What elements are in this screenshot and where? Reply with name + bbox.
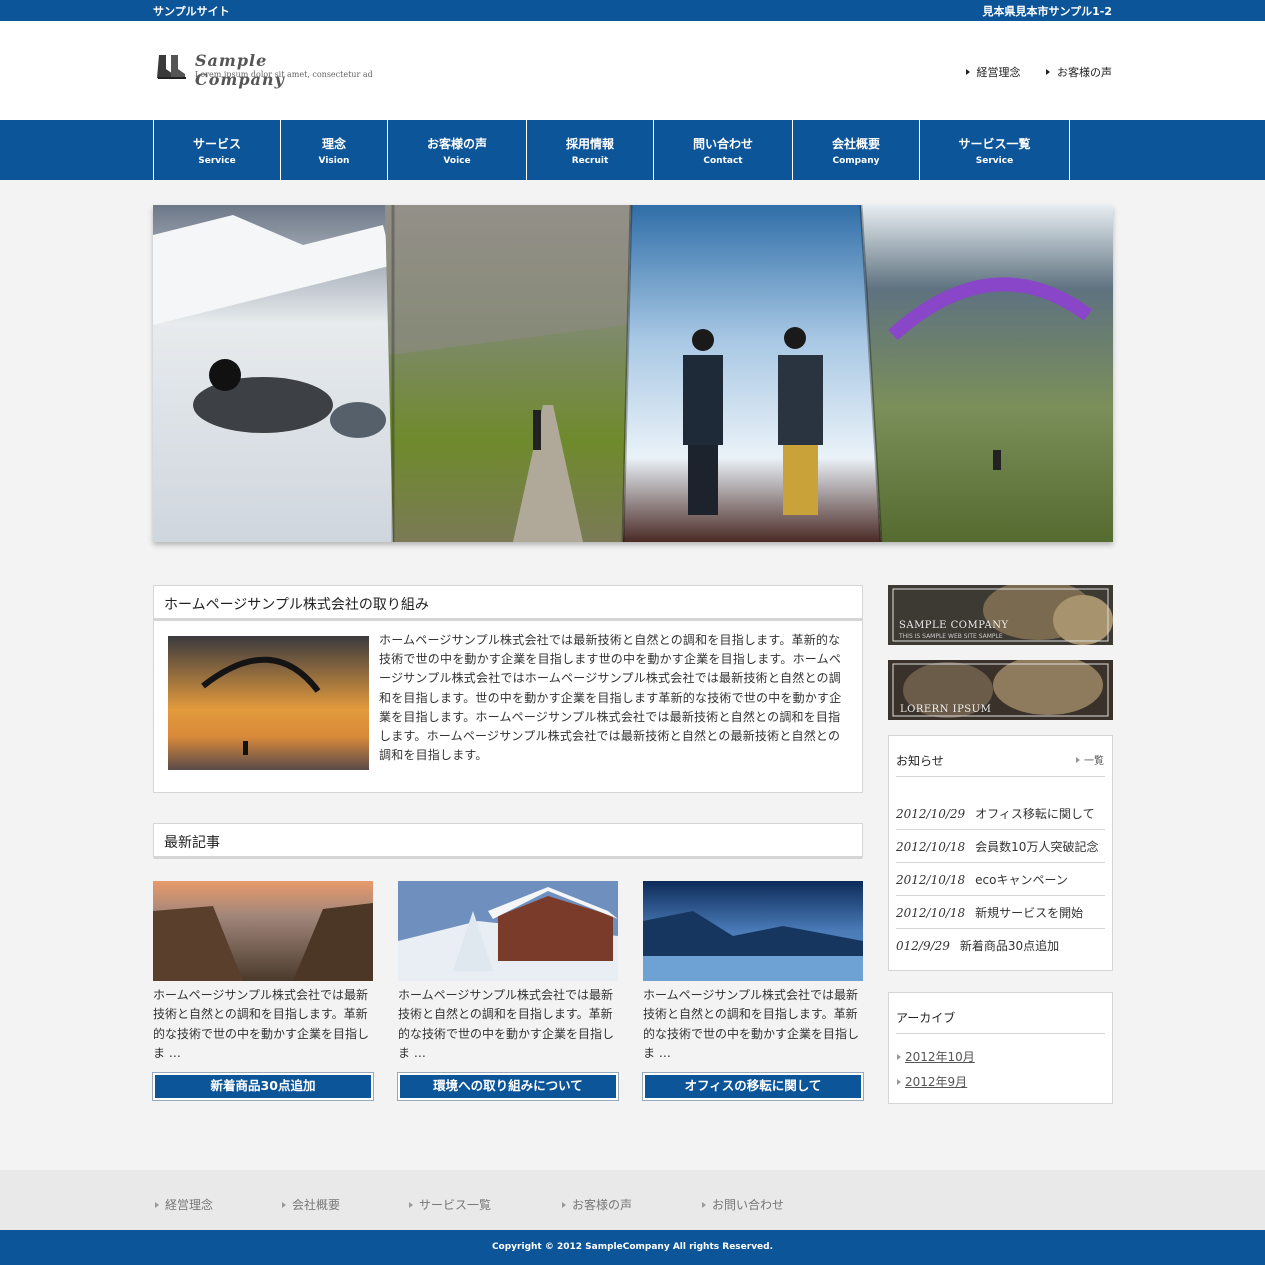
arrow-right-icon — [409, 1202, 413, 1208]
divider — [896, 862, 1105, 863]
nav-item-contact[interactable]: 問い合わせ Contact — [653, 120, 792, 180]
news-item[interactable]: 2012/10/29 オフィス移転に関して — [896, 805, 1095, 822]
archive-item[interactable]: 2012年10月 — [897, 1048, 975, 1065]
news-box: お知らせ 一覧 2012/10/29 オフィス移転に関して 2012/10/18 会… — [888, 735, 1113, 971]
hero-collage — [153, 205, 1113, 542]
arrow-right-icon — [702, 1202, 706, 1208]
logo-tagline: Lorem ipsum dolor sit amet, consectetur … — [195, 70, 373, 79]
article-button-2[interactable]: 環境への取り組みについて — [397, 1072, 619, 1101]
archive-title: アーカイブ — [896, 1011, 956, 1025]
nav-item-company[interactable]: 会社概要 Company — [792, 120, 919, 180]
nav-item-recruit[interactable]: 採用情報 Recruit — [526, 120, 653, 180]
news-item[interactable]: 2012/10/18 会員数10万人突破記念 — [896, 838, 1098, 855]
intro-text: ホームページサンプル株式会社では最新技術と自然との調和を目指します。革新的な技術… — [379, 633, 842, 763]
arrow-right-icon — [155, 1202, 159, 1208]
divider — [896, 776, 1105, 777]
footer-link-service-list[interactable]: サービス一覧 — [409, 1196, 491, 1213]
article-image-snow-house[interactable] — [398, 881, 618, 981]
arrow-right-icon — [1046, 69, 1050, 75]
divider — [896, 829, 1105, 830]
boots-logo-icon — [157, 55, 186, 79]
hero-image — [153, 205, 1113, 542]
banner2-title: LORERN IPSUM — [900, 704, 992, 715]
divider — [896, 1033, 1105, 1034]
nav-item-service-list[interactable]: サービス一覧 Service — [919, 120, 1069, 180]
main-nav: サービス Service 理念 Vision お客様の声 Voice 採用情報 Recr… — [0, 120, 1265, 180]
nav-divider — [1069, 120, 1070, 180]
intro-image — [168, 636, 369, 770]
arrow-right-icon — [1076, 757, 1080, 763]
footer-nav: 経営理念 会社概要 サービス一覧 お客様の声 お問い合わせ — [0, 1170, 1265, 1230]
archive-box: アーカイブ 2012年10月 2012年9月 — [888, 992, 1113, 1104]
footer-link-contact[interactable]: お問い合わせ — [702, 1196, 784, 1213]
top-bar: サンプルサイト 見本県見本市サンプル1-2 — [0, 0, 1265, 21]
banner-sample-company[interactable]: SAMPLE COMPANY THIS IS SAMPLE WEB SITE S… — [888, 585, 1113, 645]
footer-link-voice[interactable]: お客様の声 — [562, 1196, 632, 1213]
news-more-link[interactable]: 一覧 — [1076, 752, 1104, 767]
arrow-right-icon — [897, 1079, 901, 1085]
intro-box: ホームページサンプル株式会社の取り組み ホームページサンプル株式会社では最新技術… — [153, 585, 863, 793]
nav-item-service[interactable]: サービス Service — [153, 120, 280, 180]
header-link-voice[interactable]: お客様の声 — [1046, 66, 1112, 79]
article-image-lake[interactable] — [643, 881, 863, 981]
latest-header: 最新記事 — [153, 823, 863, 859]
article-text-3: ホームページサンプル株式会社では最新技術と自然との調和を目指します。革新的な技術… — [643, 988, 860, 1060]
news-item[interactable]: 012/9/29 新着商品30点追加 — [896, 937, 1059, 954]
footer-link-philosophy[interactable]: 経営理念 — [155, 1196, 213, 1213]
news-title: お知らせ — [896, 754, 944, 768]
divider — [896, 895, 1105, 896]
banner-lorern-ipsum[interactable]: LORERN IPSUM — [888, 660, 1113, 720]
logo[interactable]: Sample Company Lorem ipsum dolor sit ame… — [155, 51, 373, 89]
intro-title: ホームページサンプル株式会社の取り組み — [154, 586, 862, 621]
arrow-right-icon — [897, 1054, 901, 1060]
footer-link-company[interactable]: 会社概要 — [282, 1196, 340, 1213]
address: 見本県見本市サンプル1-2 — [982, 5, 1112, 18]
header-link-philosophy[interactable]: 経営理念 — [965, 66, 1021, 79]
banner1-title: SAMPLE COMPANY — [899, 620, 1009, 631]
archive-item[interactable]: 2012年9月 — [897, 1073, 967, 1090]
nav-item-voice[interactable]: お客様の声 Voice — [387, 120, 526, 180]
article-button-3[interactable]: オフィスの移転に関して — [642, 1072, 864, 1101]
divider — [896, 928, 1105, 929]
nav-item-vision[interactable]: 理念 Vision — [280, 120, 387, 180]
article-text-1: ホームページサンプル株式会社では最新技術と自然との調和を目指します。革新的な技術… — [153, 988, 370, 1060]
header-links: 経営理念 お客様の声 — [944, 64, 1112, 80]
site-name: サンプルサイト — [153, 5, 230, 18]
news-item[interactable]: 2012/10/18 新規サービスを開始 — [896, 904, 1083, 921]
latest-title: 最新記事 — [154, 824, 862, 859]
arrow-right-icon — [562, 1202, 566, 1208]
news-item[interactable]: 2012/10/18 ecoキャンペーン — [896, 871, 1068, 888]
banner1-subtitle: THIS IS SAMPLE WEB SITE SAMPLE — [899, 633, 1003, 640]
header: Sample Company Lorem ipsum dolor sit ame… — [0, 21, 1265, 120]
copyright: Copyright © 2012 SampleCompany All right… — [0, 1230, 1265, 1265]
arrow-right-icon — [965, 69, 970, 75]
arrow-right-icon — [282, 1202, 286, 1208]
article-image-canyon[interactable] — [153, 881, 373, 981]
article-button-1[interactable]: 新着商品30点追加 — [152, 1072, 374, 1101]
article-text-2: ホームページサンプル株式会社では最新技術と自然との調和を目指します。革新的な技術… — [398, 988, 615, 1060]
